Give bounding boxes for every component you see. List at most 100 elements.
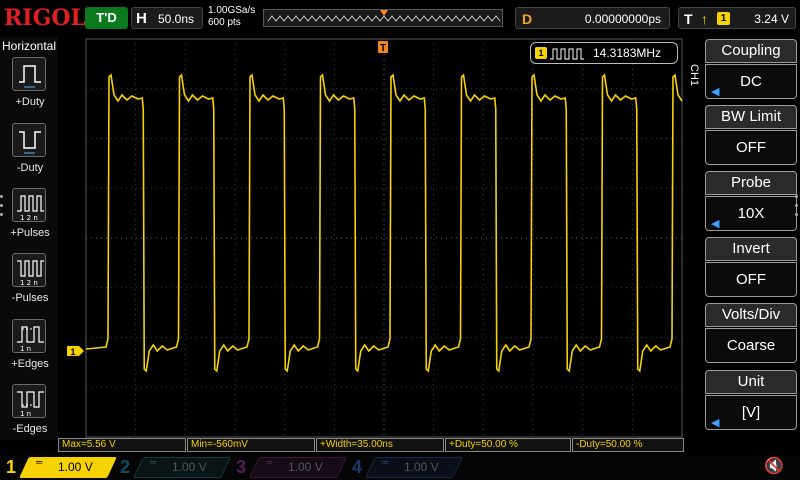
menu-item-positive-edges[interactable]: 1 n +Edges: [4, 319, 56, 381]
positive-pulses-icon: 1 2 n: [12, 188, 46, 222]
probe-value-box[interactable]: ◀ 10X: [705, 196, 797, 231]
volts-div-value: Coarse: [726, 337, 776, 354]
bw-limit-value: OFF: [736, 139, 766, 156]
channel-menu-tab-label: CH1: [688, 64, 700, 87]
probe-setting[interactable]: Probe ◀ 10X: [705, 171, 797, 235]
invert-value: OFF: [736, 271, 766, 288]
coupling-title: Coupling: [705, 39, 797, 63]
positive-edges-icon: 1 n: [12, 319, 46, 353]
channel-3-number: 3: [236, 457, 247, 477]
memory-overview-strip: [263, 9, 503, 27]
svg-text:T: T: [380, 43, 386, 54]
pulse-train-icon: [550, 48, 584, 60]
trigger-position-marker-icon: [380, 10, 388, 16]
horizontal-label: H: [136, 10, 147, 27]
negative-pulses-icon: 1 2 n: [12, 253, 46, 287]
channel-1-status[interactable]: 1 ═ 1.00 V: [6, 455, 118, 480]
horizontal-timebase-box[interactable]: H 50.0ns: [131, 7, 203, 29]
measurement-pos-width[interactable]: +Width=35.00ns: [316, 438, 444, 452]
bw-limit-title: BW Limit: [705, 105, 797, 129]
channel-menu-tab[interactable]: CH1: [686, 64, 700, 98]
dc-coupling-icon: ═: [150, 457, 157, 467]
invert-value-box[interactable]: OFF: [705, 262, 797, 297]
channel-1-number: 1: [6, 457, 17, 477]
counter-channel-badge: 1: [535, 47, 547, 59]
delay-value: 0.00000000ps: [584, 12, 661, 26]
memory-waveform-icon: [267, 10, 501, 22]
right-scroll-dots-icon: [795, 195, 799, 222]
menu-item-label: -Pulses: [11, 292, 49, 304]
measurement-min[interactable]: Min=-560mV: [187, 438, 315, 452]
channel-3-status[interactable]: 3 ═ 1.00 V: [236, 455, 348, 480]
probe-title: Probe: [705, 171, 797, 195]
trigger-settings-box[interactable]: T ↑ 1 3.24 V: [678, 7, 796, 29]
volts-div-value-box[interactable]: Coarse: [705, 328, 797, 363]
negative-duty-icon: [12, 123, 46, 157]
coupling-setting[interactable]: Coupling ◀ DC: [705, 39, 797, 103]
waveform-canvas: T 1: [67, 38, 683, 438]
channel-status-bar: 1 ═ 1.00 V 2 ═ 1.00 V 3 ═ 1.00 V 4 ═ 1.0…: [0, 455, 800, 480]
invert-title: Invert: [705, 237, 797, 261]
channel-1-scale: 1.00 V: [58, 460, 93, 474]
menu-item-positive-duty[interactable]: +Duty: [4, 57, 56, 119]
measurement-max[interactable]: Max=5.56 V: [58, 438, 186, 452]
trigger-position-marker[interactable]: T: [378, 41, 388, 54]
menu-item-label: -Duty: [16, 162, 44, 174]
left-scroll-dots-icon: [0, 195, 4, 222]
positive-duty-icon: [12, 57, 46, 91]
invert-setting[interactable]: Invert OFF: [705, 237, 797, 301]
trigger-level-value: 3.24 V: [754, 12, 789, 26]
unit-value: [V]: [741, 404, 761, 421]
channel-2-status[interactable]: 2 ═ 1.00 V: [120, 455, 232, 480]
dc-coupling-icon: ═: [36, 457, 43, 467]
top-status-bar: RIGOL T'D H 50.0ns 1.00GSa/s 600 pts D 0…: [0, 0, 800, 37]
unit-setting[interactable]: Unit ◀ [V]: [705, 370, 797, 434]
left-menu-title: Horizontal: [2, 39, 57, 53]
acquisition-info: 1.00GSa/s 600 pts: [208, 5, 255, 29]
coupling-value-box[interactable]: ◀ DC: [705, 64, 797, 99]
svg-text:1: 1: [70, 347, 75, 357]
right-channel-menu: Coupling ◀ DC BW Limit OFF Probe ◀ 10X Inv…: [702, 37, 800, 440]
measurement-pos-duty[interactable]: +Duty=50.00 %: [445, 438, 571, 452]
timebase-value: 50.0ns: [158, 12, 195, 26]
menu-item-negative-edges[interactable]: 1 n -Edges: [4, 384, 56, 446]
negative-edges-icon: 1 n: [12, 384, 46, 418]
menu-item-positive-pulses[interactable]: 1 2 n +Pulses: [4, 188, 56, 250]
sample-rate: 1.00GSa/s: [208, 5, 256, 16]
delay-label: D: [522, 11, 533, 27]
menu-item-label: -Edges: [12, 423, 48, 435]
channel-3-scale: 1.00 V: [288, 460, 323, 474]
channel-4-status[interactable]: 4 ═ 1.00 V: [352, 455, 464, 480]
trigger-source-badge: 1: [717, 12, 730, 25]
channel-1-offset-marker[interactable]: 1: [67, 346, 84, 357]
volts-div-setting[interactable]: Volts/Div Coarse: [705, 303, 797, 367]
bw-limit-value-box[interactable]: OFF: [705, 130, 797, 165]
dc-coupling-icon: ═: [266, 457, 273, 467]
volts-div-title: Volts/Div: [705, 303, 797, 327]
rising-edge-icon: ↑: [701, 11, 708, 27]
trigger-label: T: [684, 11, 693, 27]
unit-title: Unit: [705, 370, 797, 394]
menu-item-negative-duty[interactable]: -Duty: [4, 123, 56, 185]
menu-item-label: +Duty: [15, 96, 45, 108]
delay-box[interactable]: D 0.00000000ps: [515, 7, 670, 29]
left-menu: Horizontal +Duty -Duty 1 2 n +Pulses 1 2…: [0, 37, 58, 440]
speaker-muted-icon[interactable]: 🔇: [764, 456, 784, 476]
channel-2-number: 2: [120, 457, 131, 477]
probe-value: 10X: [737, 205, 765, 222]
frequency-counter: 1 14.3183MHz: [530, 42, 678, 64]
brand-logo: RIGOL: [4, 5, 86, 31]
bw-limit-setting[interactable]: BW Limit OFF: [705, 105, 797, 169]
menu-item-label: +Pulses: [10, 227, 50, 239]
dc-coupling-icon: ═: [382, 457, 389, 467]
svg-text:1 2 n: 1 2 n: [20, 214, 38, 222]
knob-arrow-icon: ◀: [711, 417, 720, 429]
unit-value-box[interactable]: ◀ [V]: [705, 395, 797, 430]
svg-text:1 2 n: 1 2 n: [20, 279, 38, 287]
measurement-bar: Max=5.56 V Min=-560mV +Width=35.00ns +Du…: [58, 438, 684, 452]
menu-item-label: +Edges: [11, 358, 49, 370]
waveform-display[interactable]: T 1 1 14.3183MHz: [58, 37, 684, 440]
menu-item-negative-pulses[interactable]: 1 2 n -Pulses: [4, 253, 56, 315]
measurement-neg-duty[interactable]: -Duty=50.00 %: [572, 438, 684, 452]
counter-value: 14.3183MHz: [593, 46, 662, 60]
